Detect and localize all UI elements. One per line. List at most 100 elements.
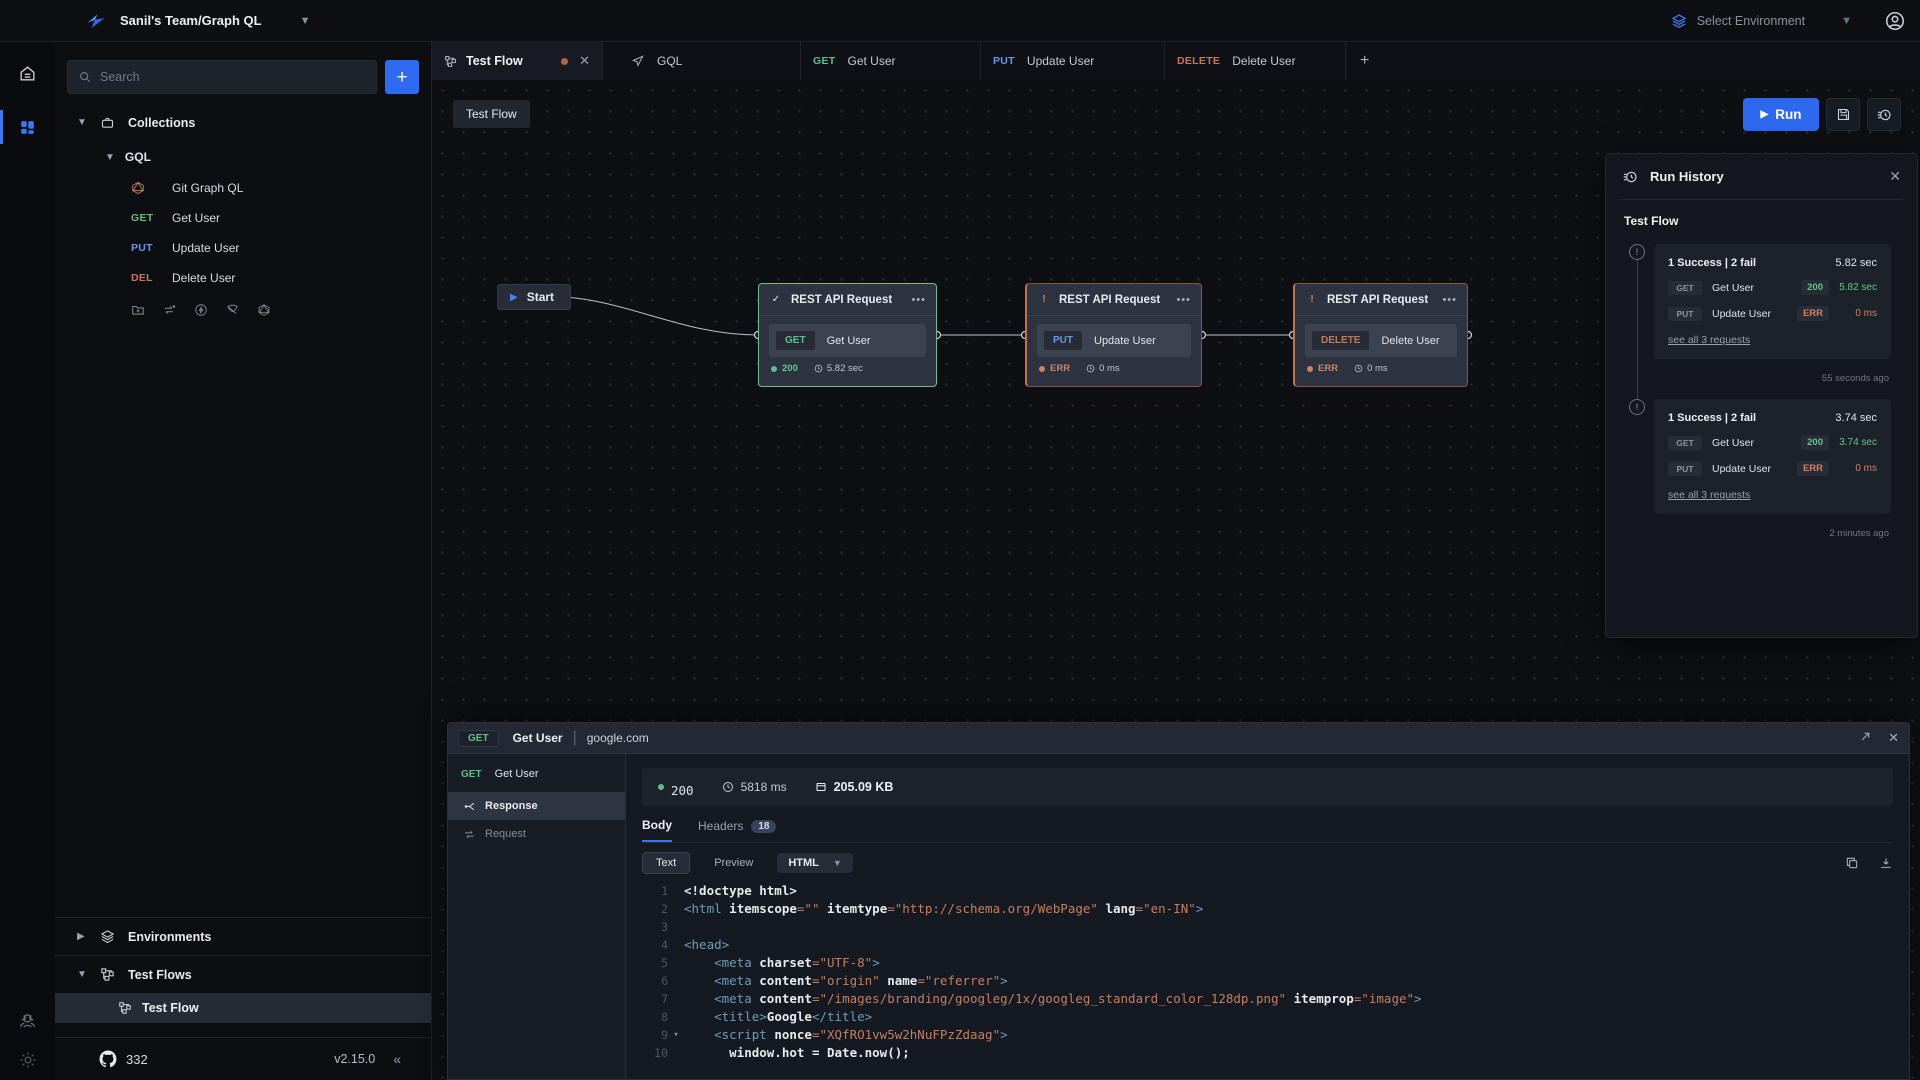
run-card[interactable]: 1 Success | 2 fail5.82 sec GET Get User …: [1654, 244, 1891, 359]
method-badge: GET: [776, 331, 815, 350]
environments-label: Environments: [128, 930, 211, 944]
tab-test-flow[interactable]: Test Flow ✕: [432, 42, 602, 80]
download-icon[interactable]: [1879, 856, 1893, 870]
workspace-apps-icon[interactable]: [0, 104, 55, 150]
community-icon[interactable]: [17, 1011, 38, 1032]
node-request-box[interactable]: PUT Update User: [1037, 324, 1191, 357]
search-input[interactable]: [100, 70, 366, 84]
nav-response-tab[interactable]: Response: [448, 792, 625, 820]
user-avatar-icon[interactable]: [1884, 10, 1906, 32]
code-editor[interactable]: 1<!doctype html>2<html itemscope="" item…: [626, 882, 1909, 1079]
nav-request-tab[interactable]: Request: [448, 820, 625, 848]
workspace-name[interactable]: Sanil's Team/Graph QL: [120, 13, 262, 28]
status-dot: [1307, 366, 1313, 372]
format-value: HTML: [788, 857, 819, 869]
response-arrows-icon: [463, 800, 476, 813]
node-menu-icon[interactable]: •••: [911, 294, 926, 306]
copy-icon[interactable]: [1845, 856, 1859, 870]
tab-body[interactable]: Body: [642, 818, 672, 842]
save-flow-button[interactable]: [1826, 98, 1860, 131]
request-label: Update User: [172, 241, 239, 255]
play-icon: ▶: [510, 292, 518, 303]
sidebar-footer: 332 v2.15.0 «: [55, 1037, 431, 1080]
add-tab-button[interactable]: +: [1345, 42, 1405, 80]
clock-icon: [722, 781, 734, 793]
request-item-delete-user[interactable]: DEL Delete User: [55, 263, 431, 293]
response-size: 205.09 KB: [834, 780, 894, 794]
success-check-icon: ✓: [769, 294, 783, 305]
view-preview-button[interactable]: Preview: [714, 857, 753, 869]
status-badge: 200: [1801, 435, 1829, 450]
request-label: Delete User: [172, 271, 235, 285]
workspace-chevron-down-icon[interactable]: ▼: [300, 15, 311, 27]
request-name: Update User: [1094, 335, 1156, 347]
tab-update-user[interactable]: PUT Update User: [980, 42, 1164, 80]
request-item-update-user[interactable]: PUT Update User: [55, 233, 431, 263]
view-text-button[interactable]: Text: [642, 852, 690, 874]
collections-section-header[interactable]: ▼ Collections: [55, 104, 431, 141]
home-nav-icon[interactable]: [0, 50, 55, 96]
add-new-button[interactable]: +: [385, 60, 419, 94]
response-status-bar: 200 5818 ms 205.09 KB: [642, 768, 1893, 806]
chevron-down-icon: ▼: [833, 858, 842, 868]
layers-icon: [100, 929, 115, 944]
left-icon-rail: [0, 42, 55, 1080]
duration: 0 ms: [1367, 363, 1388, 374]
request-item-get-user[interactable]: GET Get User: [55, 203, 431, 233]
response-tabs: Body Headers 18: [642, 818, 1893, 843]
settings-gear-icon[interactable]: [18, 1050, 38, 1070]
node-request-box[interactable]: DELETE Delete User: [1305, 324, 1457, 357]
request-item-git-graph-ql[interactable]: Git Graph QL: [55, 173, 431, 203]
tab-delete-user[interactable]: DELETE Delete User: [1164, 42, 1345, 80]
test-flow-item-selected[interactable]: Test Flow: [55, 993, 431, 1023]
close-panel-icon[interactable]: ✕: [1889, 168, 1901, 185]
node-menu-icon[interactable]: •••: [1176, 294, 1191, 306]
run-card[interactable]: 1 Success | 2 fail3.74 sec GET Get User …: [1654, 399, 1891, 514]
run-flow-button[interactable]: ▶ Run: [1743, 98, 1819, 131]
method-badge: DELETE: [1312, 331, 1369, 350]
tab-gql[interactable]: GQL: [602, 42, 800, 80]
folder-label: GQL: [125, 150, 151, 164]
run-label: Run: [1775, 107, 1801, 122]
method-badge: PUT: [993, 55, 1015, 67]
see-all-requests-link[interactable]: see all 3 requests: [1668, 489, 1750, 501]
request-name: Delete User: [1381, 335, 1439, 347]
rest-node-get-user[interactable]: ✓ REST API Request ••• GET Get User 200 …: [758, 283, 937, 387]
format-dropdown[interactable]: HTML ▼: [777, 853, 852, 873]
collapse-sidebar-button[interactable]: «: [393, 1051, 401, 1067]
expand-panel-icon[interactable]: [1859, 730, 1872, 746]
method-badge: GET: [131, 212, 172, 224]
tab-bar: Test Flow ✕ GQL GET Get User PUT Update …: [432, 42, 1920, 80]
node-request-box[interactable]: GET Get User: [769, 324, 926, 357]
request-label: Get User: [172, 211, 220, 225]
nav-label: Request: [485, 828, 526, 840]
graphql-shortcut-icon[interactable]: [257, 303, 271, 317]
duration: 0 ms: [1099, 363, 1120, 374]
tab-get-user[interactable]: GET Get User: [800, 42, 980, 80]
rest-node-update-user[interactable]: ! REST API Request ••• PUT Update User E…: [1025, 283, 1202, 387]
close-panel-icon[interactable]: ✕: [1888, 730, 1899, 746]
rest-node-delete-user[interactable]: ! REST API Request ••• DELETE Delete Use…: [1293, 283, 1468, 387]
run-history-button[interactable]: [1867, 98, 1901, 131]
select-environment-button[interactable]: Select Environment ▼: [1671, 13, 1852, 29]
request-name: Get User: [1712, 282, 1754, 294]
github-stars[interactable]: 332: [99, 1050, 148, 1068]
add-folder-icon[interactable]: [131, 303, 145, 317]
panel-title: Run History: [1650, 169, 1724, 184]
socket-bolt-icon[interactable]: [194, 303, 208, 317]
close-tab-icon[interactable]: ✕: [577, 53, 592, 69]
see-all-requests-link[interactable]: see all 3 requests: [1668, 334, 1750, 346]
status-badge: ERR: [1797, 306, 1829, 321]
pen-nib-icon[interactable]: [225, 303, 240, 317]
start-node[interactable]: ▶ Start: [497, 284, 571, 310]
tab-headers[interactable]: Headers 18: [698, 819, 776, 841]
timeline-line: [1637, 260, 1638, 399]
clock-icon: [1354, 364, 1363, 373]
test-flows-section-header[interactable]: ▼ Test Flows: [55, 956, 431, 993]
method-badge: GET: [1668, 436, 1702, 450]
node-menu-icon[interactable]: •••: [1442, 294, 1457, 306]
flow-icon: [100, 967, 115, 982]
folder-gql[interactable]: ▼ GQL: [55, 141, 431, 173]
environments-section-header[interactable]: ▶ Environments: [55, 918, 431, 955]
rest-request-icon[interactable]: [162, 303, 177, 317]
